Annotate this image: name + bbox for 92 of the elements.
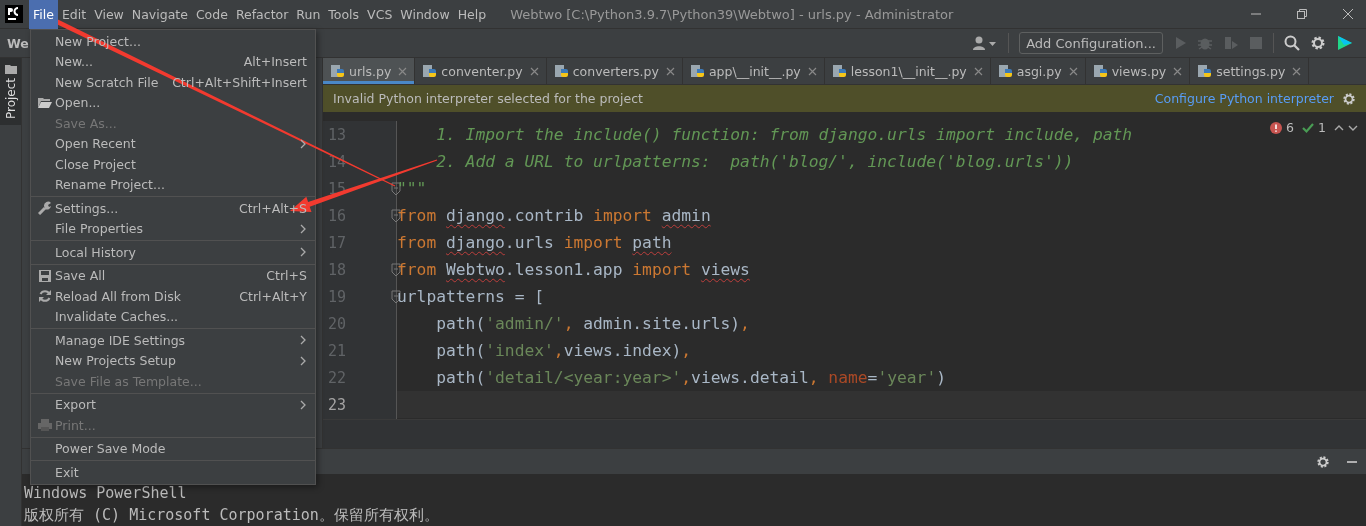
editor-tab[interactable]: conventer.py [415,58,547,84]
menu-item[interactable]: Power Save Mode [31,438,315,459]
terminal-line: 版权所有 (C) Microsoft Corporation。保留所有权利。 [24,505,440,526]
close-icon[interactable] [973,66,983,76]
editor-tab[interactable]: urls.py [323,58,416,84]
editor-tab[interactable]: views.py [1085,58,1191,84]
python-file-icon [423,64,438,78]
code-line: urlpatterns = [ [397,287,545,306]
configure-interpreter-link[interactable]: Configure Python interpreter [1154,91,1334,106]
close-icon[interactable] [665,66,675,76]
menu-bar-item[interactable]: Run [292,0,325,29]
chevron-right-icon [300,335,307,346]
code-line: path('admin/', admin.site.urls), [435,314,750,333]
terminal-line: Windows PowerShell [24,483,188,504]
ok-count[interactable]: 1 [1318,120,1326,135]
chevron-right-icon [300,247,307,258]
restore-icon[interactable] [1296,8,1308,20]
code-line: """ [397,179,427,198]
code-line: path('detail/<year:year>',views.detail, name='year') [435,368,946,387]
editor-tab[interactable]: lesson1\__init__.py [824,58,991,84]
close-icon[interactable] [807,66,817,76]
python-file-icon [998,64,1013,78]
shortcut-text: Alt+Insert [243,54,307,70]
app-logo-icon [5,5,23,23]
window-title: Webtwo [C:\Python3.9.7\Python39\Webtwo] - urls.py - Administrator [510,6,954,22]
shortcut-text: Ctrl+S [266,268,307,284]
python-file-icon [1198,64,1213,78]
python-file-icon [690,64,705,78]
menu-bar-item[interactable]: Help [453,0,491,29]
code-line: from django.contrib import admin [397,206,711,225]
folder-icon [4,64,17,74]
close-icon[interactable] [1173,66,1183,76]
search-icon[interactable] [1284,35,1300,51]
editor-tab[interactable]: asgi.py [990,58,1086,84]
chevron-right-icon [300,223,307,234]
close-icon[interactable] [1292,66,1302,76]
printer-icon [35,418,55,433]
chevron-right-icon [300,399,307,410]
menu-item[interactable]: Close Project [31,154,315,175]
menu-bar-item[interactable]: File [29,0,58,29]
code-line: 1. Import the include() function: from django.urls import include, path [435,125,1133,144]
close-icon[interactable] [1342,8,1354,20]
python-file-icon [554,64,569,78]
code-line: path('index',views.index), [435,341,692,360]
menu-bar-item[interactable]: Refactor [231,0,293,29]
shortcut-text: Ctrl+Alt+Y [239,288,307,304]
check-icon[interactable] [1302,121,1315,134]
menu-item[interactable]: Manage IDE Settings [31,330,315,351]
menu-bar-item[interactable]: View [90,0,128,29]
menu-item[interactable]: Export [31,394,315,415]
code-line: from django.urls import path [397,233,672,252]
editor-tab[interactable]: converters.py [546,58,683,84]
menu-bar-item[interactable]: Code [191,0,232,29]
editor-tab[interactable]: settings.py [1190,58,1310,84]
project-tool-tab[interactable]: Project [0,58,21,126]
menu-bar-item[interactable]: Navigate [127,0,192,29]
chevron-right-icon [300,355,307,366]
code-line: from Webtwo.lesson1.app import views [397,260,750,279]
code-line: 2. Add a URL to urlpatterns: path('blog/', include('blog.urls')) [435,152,1074,171]
menu-item[interactable]: Reload All from Disk Ctrl+Alt+Y [31,286,315,307]
folder-icon [35,96,55,109]
menu-item[interactable]: New... Alt+Insert [31,51,315,72]
settings-icon[interactable] [1342,91,1356,106]
notification-message: Invalid Python interpreter selected for the project [333,91,643,106]
settings-icon[interactable] [1310,35,1326,51]
menu-bar-item[interactable]: Edit [57,0,91,29]
editor-tab[interactable]: app\__init__.py [682,58,825,84]
close-icon[interactable] [1068,66,1078,76]
menu-item[interactable]: File Properties [31,218,315,239]
menu-item[interactable]: Open... [31,92,315,113]
menu-item[interactable]: Rename Project... [31,174,315,195]
menu-bar-item[interactable]: Window [396,0,454,29]
menu-item[interactable]: Local History [31,242,315,263]
user-icon[interactable] [972,35,999,51]
python-file-icon [832,64,847,78]
add-configuration-button[interactable]: Add Configuration... [1019,32,1163,54]
line-number: 23 [328,395,347,414]
menu-item[interactable]: Exit [31,462,315,483]
plugin-logo-icon[interactable] [1336,34,1354,52]
python-file-icon [1093,64,1108,78]
python-file-icon [331,64,345,78]
close-icon[interactable] [529,66,539,76]
menu-item[interactable]: Invalidate Caches... [31,306,315,327]
menu-item[interactable]: Save All Ctrl+S [31,265,315,286]
project-name[interactable]: We [7,35,29,51]
error-count[interactable]: 6 [1286,120,1295,135]
menu-bar-item[interactable]: Tools [324,0,364,29]
error-icon[interactable] [1270,121,1283,134]
settings-icon[interactable] [1316,454,1330,469]
menu-bar-item[interactable]: VCS [363,0,397,29]
fold-marker-icon[interactable] [391,181,401,196]
menu-item[interactable]: New Projects Setup [31,350,315,371]
